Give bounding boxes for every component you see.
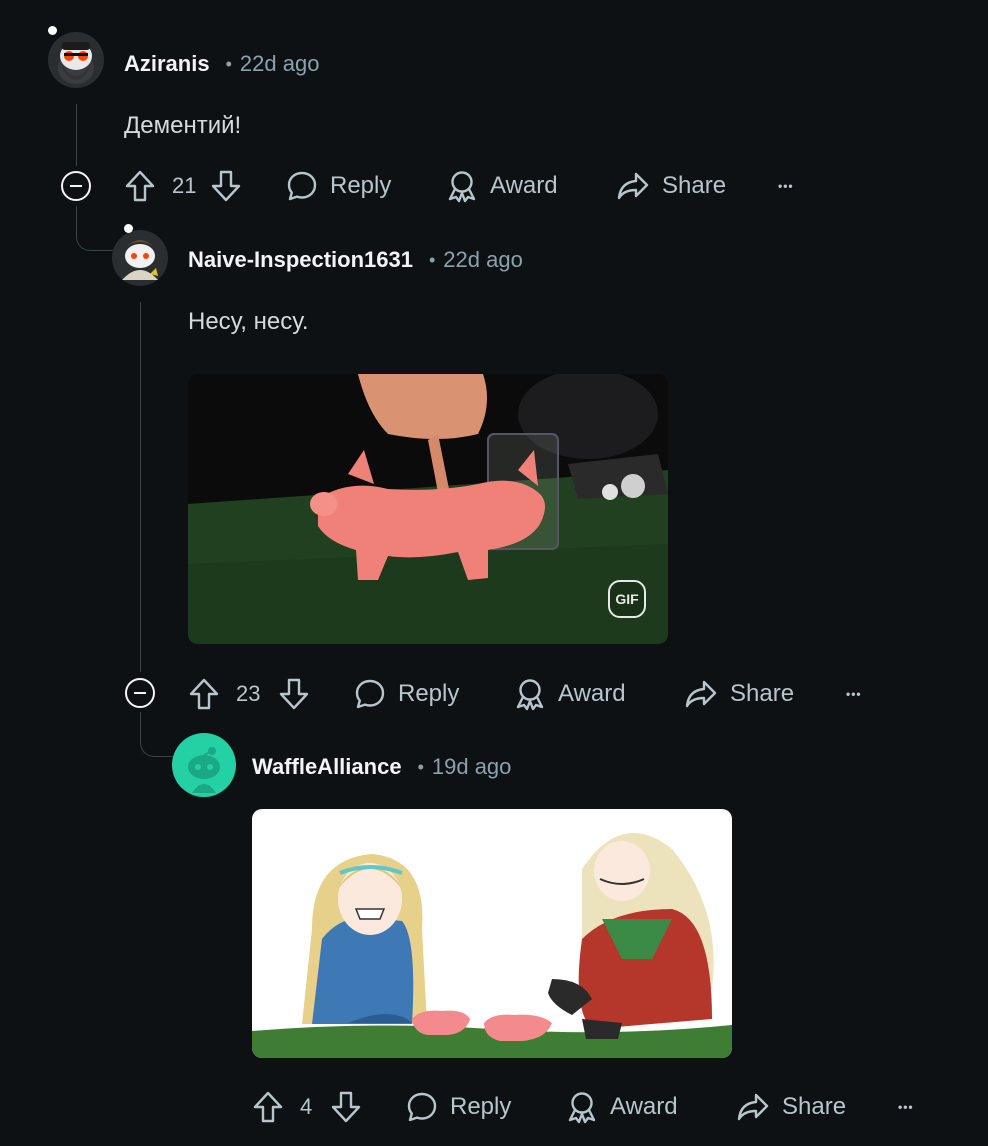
comment-bubble-icon (287, 171, 317, 201)
comment-text: Дементий! (124, 112, 242, 139)
more-options-button[interactable]: ••• (778, 166, 794, 206)
collapse-button[interactable] (125, 678, 155, 708)
collapse-button[interactable] (61, 171, 91, 201)
upvote-button[interactable] (252, 1087, 284, 1127)
downvote-icon (331, 1091, 361, 1123)
more-options-button[interactable]: ••• (898, 1087, 914, 1127)
gif-badge: GIF (608, 580, 646, 618)
comment-meta: WaffleAlliance • 19d ago (252, 751, 511, 783)
reply-button[interactable]: Reply (354, 674, 459, 714)
thread-line-2[interactable] (140, 302, 141, 672)
share-button[interactable]: Share (736, 1087, 846, 1127)
share-arrow-icon (617, 172, 649, 200)
downvote-button[interactable] (210, 166, 242, 206)
online-indicator (48, 26, 57, 35)
username-link[interactable]: Aziranis (124, 51, 210, 77)
more-dots-icon: ••• (846, 687, 862, 701)
downvote-icon (279, 678, 309, 710)
share-button[interactable]: Share (616, 166, 726, 206)
share-arrow-icon (737, 1093, 769, 1121)
award-icon (516, 679, 544, 711)
award-label: Award (490, 172, 558, 199)
share-arrow-icon (685, 680, 717, 708)
comment-action-bar: 21 Reply Award Share ••• (124, 166, 824, 206)
downvote-icon (211, 170, 241, 202)
reply-label: Reply (450, 1093, 512, 1120)
username-link[interactable]: Naive-Inspection1631 (188, 247, 413, 273)
share-button[interactable]: Share (684, 674, 794, 714)
comment-thread: Aziranis • 22d ago Дементий! 21 Reply Aw… (0, 0, 988, 1146)
thread-line-1[interactable] (76, 104, 77, 166)
collapse-minus-icon (134, 692, 146, 694)
upvote-icon (189, 678, 219, 710)
username-link[interactable]: WaffleAlliance (252, 754, 402, 780)
comment-text: Несу, несу. (188, 308, 309, 335)
avatar[interactable] (48, 26, 104, 88)
more-dots-icon: ••• (898, 1100, 914, 1114)
comment-timestamp[interactable]: 19d ago (432, 754, 512, 780)
image-media[interactable] (252, 809, 732, 1058)
share-label: Share (662, 172, 727, 199)
comment-timestamp[interactable]: 22d ago (240, 51, 320, 77)
vote-score: 21 (172, 173, 197, 198)
share-label: Share (782, 1093, 847, 1120)
meta-separator: • (428, 249, 436, 270)
comment-action-bar: 4 Reply Award Share ••• (252, 1087, 952, 1127)
upvote-icon (125, 170, 155, 202)
award-button[interactable]: Award (514, 674, 626, 714)
upvote-button[interactable] (188, 674, 220, 714)
collapse-minus-icon (70, 185, 82, 187)
comment-meta: Aziranis • 22d ago (124, 48, 319, 80)
comment-action-bar: 23 Reply Award Share ••• (188, 674, 888, 714)
more-options-button[interactable]: ••• (846, 674, 862, 714)
award-label: Award (558, 680, 626, 707)
award-label: Award (610, 1093, 678, 1120)
comment-bubble-icon (407, 1092, 437, 1122)
comment-timestamp[interactable]: 22d ago (443, 247, 523, 273)
meta-separator: • (225, 53, 232, 74)
thread-elbow-1 (76, 206, 113, 251)
avatar[interactable] (172, 733, 236, 797)
meta-separator: • (417, 756, 424, 777)
upvote-button[interactable] (124, 166, 156, 206)
anime-illustration-image (252, 809, 732, 1058)
more-dots-icon: ••• (778, 179, 794, 193)
downvote-button[interactable] (330, 1087, 362, 1127)
comment-bubble-icon (355, 679, 385, 709)
vote-score: 4 (300, 1094, 313, 1119)
upvote-icon (253, 1091, 283, 1123)
comment-meta: Naive-Inspection1631 • 22d ago (188, 244, 523, 276)
share-label: Share (730, 680, 795, 707)
vote-score: 23 (236, 681, 261, 706)
gif-media[interactable]: GIF (188, 374, 668, 644)
online-indicator (124, 224, 133, 233)
reply-label: Reply (398, 680, 460, 707)
downvote-button[interactable] (278, 674, 310, 714)
avatar[interactable] (112, 224, 168, 286)
award-icon (448, 171, 476, 203)
reply-button[interactable]: Reply (286, 166, 391, 206)
reply-label: Reply (330, 172, 392, 199)
reply-button[interactable]: Reply (406, 1087, 511, 1127)
gif-preview-image (188, 374, 668, 644)
award-button[interactable]: Award (566, 1087, 678, 1127)
award-icon (568, 1092, 596, 1124)
award-button[interactable]: Award (446, 166, 558, 206)
